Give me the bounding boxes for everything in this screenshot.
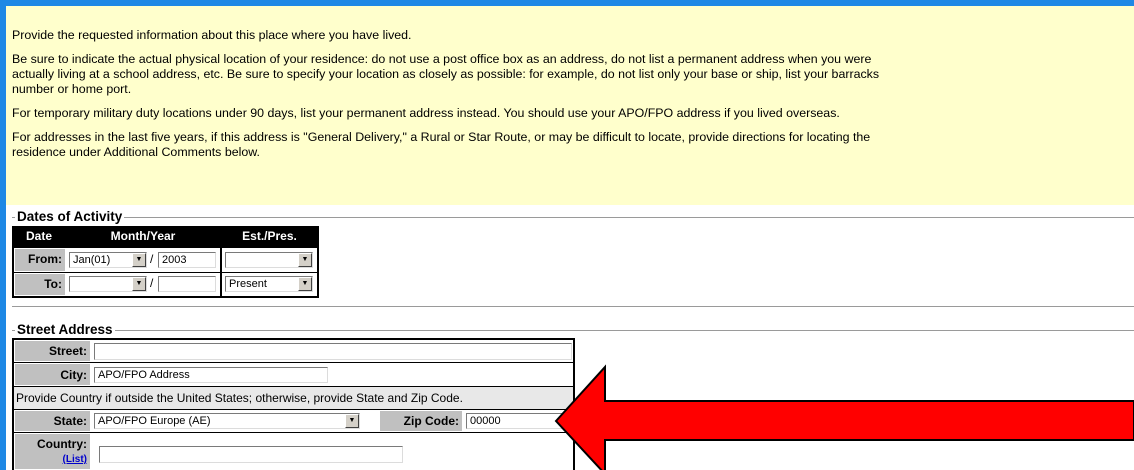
to-est-value: Present bbox=[229, 278, 267, 290]
to-year-input[interactable] bbox=[158, 276, 216, 292]
street-cell bbox=[91, 340, 573, 362]
date-slash: / bbox=[150, 276, 154, 290]
country-state-note: Provide Country if outside the United St… bbox=[14, 387, 573, 409]
instruction-physical-line-3: number or home port. bbox=[12, 82, 132, 96]
country-label: Country: bbox=[37, 437, 87, 451]
state-select[interactable]: APO/FPO Europe (AE) ▼ bbox=[94, 413, 360, 429]
instructions-panel: Provide the requested information about … bbox=[6, 6, 1134, 205]
city-label: City: bbox=[14, 363, 91, 386]
dates-section-rule bbox=[12, 217, 1134, 218]
to-est-cell: Present ▼ bbox=[222, 273, 317, 296]
street-label: Street: bbox=[14, 340, 91, 362]
from-label: From: bbox=[14, 248, 66, 272]
instruction-physical-line-2: actually living at a school address, etc… bbox=[12, 67, 880, 81]
instruction-delivery-line-1: For addresses in the last five years, if… bbox=[12, 130, 871, 144]
instruction-intro: Provide the requested information about … bbox=[12, 28, 412, 42]
zip-label: Zip Code: bbox=[379, 410, 463, 432]
to-month-select[interactable]: ▼ bbox=[69, 276, 147, 292]
instruction-general-delivery: For addresses in the last five years, if… bbox=[12, 130, 1134, 160]
to-month-year-cell: ▼ / bbox=[66, 273, 220, 296]
chevron-down-icon[interactable]: ▼ bbox=[298, 277, 312, 291]
to-label: To: bbox=[14, 273, 66, 296]
country-cell bbox=[91, 433, 573, 470]
instruction-military: For temporary military duty locations un… bbox=[12, 106, 840, 120]
chevron-down-icon[interactable]: ▼ bbox=[345, 414, 359, 428]
city-input[interactable]: APO/FPO Address bbox=[94, 367, 328, 383]
address-legend: Street Address bbox=[15, 322, 115, 338]
chevron-down-icon[interactable]: ▼ bbox=[132, 277, 146, 291]
state-cell: APO/FPO Europe (AE) ▼ bbox=[91, 410, 379, 432]
country-label-cell: Country: (List) bbox=[14, 433, 91, 470]
country-list-link[interactable]: (List) bbox=[63, 454, 87, 465]
date-slash: / bbox=[150, 252, 154, 266]
instruction-delivery-line-2: residence under Additional Comments belo… bbox=[12, 145, 260, 159]
address-separator bbox=[12, 306, 1134, 307]
from-est-cell: ▼ bbox=[222, 248, 317, 272]
dates-header-est-pres: Est./Pres. bbox=[222, 228, 317, 246]
dates-legend: Dates of Activity bbox=[15, 209, 125, 225]
street-input[interactable] bbox=[94, 343, 572, 360]
country-input[interactable] bbox=[99, 446, 403, 463]
chevron-down-icon[interactable]: ▼ bbox=[132, 253, 146, 267]
state-label: State: bbox=[14, 410, 91, 432]
chevron-down-icon[interactable]: ▼ bbox=[298, 253, 312, 267]
address-table: Street: City: APO/FPO Address Provide Co… bbox=[12, 338, 575, 470]
state-value: APO/FPO Europe (AE) bbox=[98, 415, 211, 427]
from-month-year-cell: Jan(01) ▼ / 2003 bbox=[66, 248, 220, 272]
dates-header-month-year: Month/Year bbox=[66, 228, 220, 246]
from-month-value: Jan(01) bbox=[73, 254, 111, 266]
address-section-rule bbox=[12, 330, 1134, 331]
red-arrow-icon bbox=[554, 364, 1134, 470]
to-est-select[interactable]: Present ▼ bbox=[225, 276, 313, 292]
from-year-input[interactable]: 2003 bbox=[158, 252, 216, 268]
instruction-physical-location: Be sure to indicate the actual physical … bbox=[12, 52, 1134, 97]
dates-header-date: Date bbox=[14, 228, 64, 246]
instruction-physical-line-1: Be sure to indicate the actual physical … bbox=[12, 52, 872, 66]
from-month-select[interactable]: Jan(01) ▼ bbox=[69, 252, 147, 268]
city-cell: APO/FPO Address bbox=[91, 363, 573, 386]
dates-table: Date Month/Year Est./Pres. From: Jan(01)… bbox=[12, 226, 319, 298]
from-est-select[interactable]: ▼ bbox=[225, 252, 313, 268]
